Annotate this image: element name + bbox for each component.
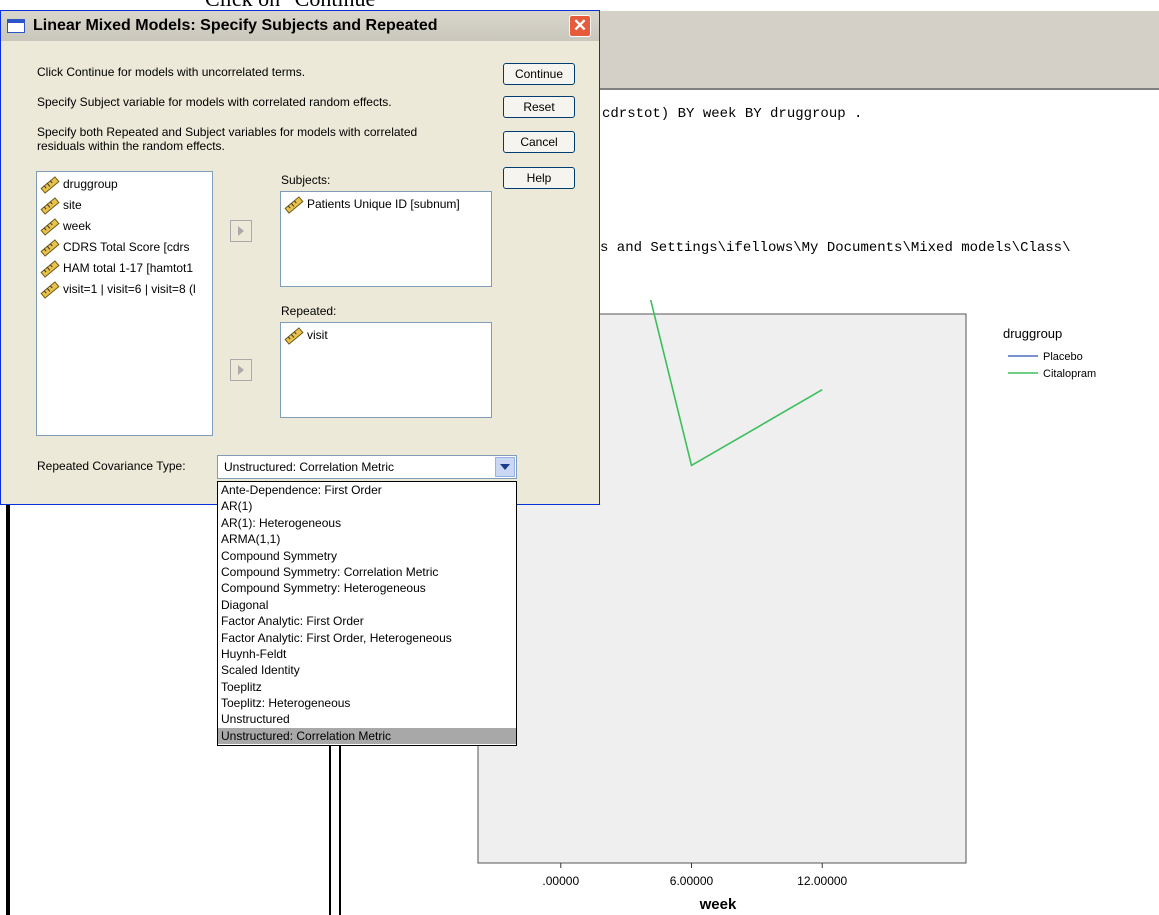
dropdown-option[interactable]: AR(1): Heterogeneous	[218, 515, 516, 531]
cov-type-label: Repeated Covariance Type:	[37, 459, 186, 473]
dropdown-option[interactable]: Huynh-Feldt	[218, 646, 516, 662]
dropdown-option[interactable]: Compound Symmetry: Heterogeneous	[218, 580, 516, 596]
legend-label: Citalopram	[1043, 368, 1096, 380]
cancel-button[interactable]: Cancel	[503, 131, 575, 153]
scale-variable-icon	[284, 196, 304, 214]
syntax-line-2: s and Settings\ifellows\My Documents\Mix…	[600, 240, 1071, 256]
scale-variable-icon	[40, 260, 60, 278]
list-item[interactable]: visit=1 | visit=6 | visit=8 (l	[37, 279, 212, 300]
list-item[interactable]: CDRS Total Score [cdrs	[37, 237, 212, 258]
list-item[interactable]: visit	[281, 325, 491, 346]
dropdown-option[interactable]: Unstructured: Correlation Metric	[218, 727, 516, 745]
list-item-label: visit	[307, 328, 328, 342]
dropdown-option[interactable]: Ante-Dependence: First Order	[218, 482, 516, 498]
help-button[interactable]: Help	[503, 167, 575, 189]
repeated-label: Repeated:	[281, 304, 337, 318]
scale-variable-icon	[40, 281, 60, 299]
subjects-list[interactable]: Patients Unique ID [subnum]	[280, 191, 492, 287]
list-item-label: druggroup	[63, 177, 118, 191]
scale-variable-icon	[40, 239, 60, 257]
window-icon	[7, 19, 25, 33]
list-item[interactable]: Patients Unique ID [subnum]	[281, 194, 491, 215]
list-item-label: HAM total 1-17 [hamtot1	[63, 261, 194, 275]
dropdown-option[interactable]: Compound Symmetry: Correlation Metric	[218, 564, 516, 580]
dropdown-option[interactable]: Factor Analytic: First Order, Heterogene…	[218, 630, 516, 646]
instruction-3b: residuals within the random effects.	[37, 139, 225, 153]
list-item-label: week	[63, 219, 92, 233]
cov-type-select[interactable]: Unstructured: Correlation Metric	[217, 455, 517, 479]
dropdown-option[interactable]: Unstructured	[218, 711, 516, 727]
dropdown-option[interactable]: Toeplitz: Heterogeneous	[218, 695, 516, 711]
list-item[interactable]: druggroup	[37, 174, 212, 195]
viewer-toolbar	[596, 10, 1159, 89]
cov-type-dropdown[interactable]: Ante-Dependence: First Order AR(1) AR(1): …	[217, 481, 517, 746]
subjects-label: Subjects:	[281, 173, 331, 187]
instruction-3a: Specify both Repeated and Subject variab…	[37, 125, 418, 139]
scale-variable-icon	[284, 327, 304, 345]
syntax-line-1: cdrstot) BY week BY druggroup .	[602, 106, 863, 122]
dropdown-option[interactable]: ARMA(1,1)	[218, 531, 516, 547]
list-item-label: Patients Unique ID [subnum]	[307, 197, 460, 211]
move-to-repeated-button[interactable]	[230, 359, 252, 381]
viewer-left-frame	[6, 505, 10, 915]
dialog-title: Linear Mixed Models: Specify Subjects an…	[33, 17, 438, 34]
list-item[interactable]: site	[37, 195, 212, 216]
scale-variable-icon	[40, 218, 60, 236]
x-tick-label: .00000	[542, 874, 579, 888]
list-item[interactable]: HAM total 1-17 [hamtot1	[37, 258, 212, 279]
legend-title: druggroup	[1003, 326, 1062, 341]
legend-label: Placebo	[1043, 351, 1083, 363]
dropdown-option[interactable]: Scaled Identity	[218, 662, 516, 678]
instruction-1: Click Continue for models with uncorrela…	[37, 65, 306, 79]
x-axis-label: week	[699, 896, 737, 913]
dropdown-option[interactable]: Factor Analytic: First Order	[218, 613, 516, 629]
list-item-label: visit=1 | visit=6 | visit=8 (l	[63, 282, 196, 296]
x-tick-label: 6.00000	[670, 874, 714, 888]
instruction-2: Specify Subject variable for models with…	[37, 95, 392, 109]
x-tick-label: 12.00000	[797, 874, 847, 888]
dropdown-option[interactable]: AR(1)	[218, 498, 516, 514]
dropdown-option[interactable]: Compound Symmetry	[218, 548, 516, 564]
close-button[interactable]: ✕	[569, 15, 591, 37]
continue-button[interactable]: Continue	[503, 63, 575, 85]
reset-button[interactable]: Reset	[503, 96, 575, 118]
cov-type-value: Unstructured: Correlation Metric	[224, 460, 395, 474]
specify-subjects-dialog: Linear Mixed Models: Specify Subjects an…	[0, 10, 600, 505]
chevron-down-icon[interactable]	[495, 457, 515, 477]
list-item-label: CDRS Total Score [cdrs	[63, 240, 190, 254]
repeated-list[interactable]: visit	[280, 322, 492, 418]
list-item-label: site	[63, 198, 82, 212]
dialog-titlebar[interactable]: Linear Mixed Models: Specify Subjects an…	[1, 11, 599, 41]
scale-variable-icon	[40, 176, 60, 194]
variable-list[interactable]: druggroup site week CDRS Total Score [cdrs H…	[36, 171, 213, 436]
dropdown-option[interactable]: Toeplitz	[218, 679, 516, 695]
move-to-subjects-button[interactable]	[230, 220, 252, 242]
list-item[interactable]: week	[37, 216, 212, 237]
scale-variable-icon	[40, 197, 60, 215]
dropdown-option[interactable]: Diagonal	[218, 597, 516, 613]
toolbar-divider	[596, 88, 1159, 90]
